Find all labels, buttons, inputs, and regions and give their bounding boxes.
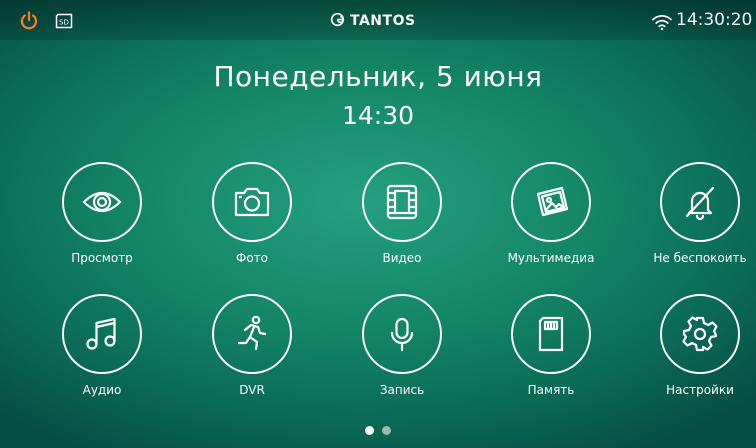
eye-icon — [82, 191, 122, 213]
menu-item-circle[interactable] — [511, 294, 591, 374]
time-heading: 14:30 — [341, 101, 415, 130]
menu-item-circle[interactable] — [62, 162, 142, 242]
menu-item-audio[interactable]: Аудио — [47, 294, 157, 397]
status-bar: SD TANTOS 14:30:20 — [0, 0, 756, 40]
menu-item-circle[interactable] — [660, 294, 740, 374]
menu-item-dvr[interactable]: DVR — [197, 294, 307, 397]
menu-item-settings[interactable]: Настройки — [645, 294, 755, 397]
menu-item-circle[interactable] — [212, 294, 292, 374]
menu-item-label: Мультимедиа — [507, 251, 595, 265]
menu-item-circle[interactable] — [212, 162, 292, 242]
brand-name: TANTOS — [350, 13, 416, 29]
camera-icon — [234, 187, 270, 217]
gear-icon — [682, 316, 718, 352]
film-icon — [386, 184, 418, 220]
menu-item-label: Аудио — [82, 383, 122, 397]
menu-item-do-not-disturb[interactable]: Не беспокоить — [645, 162, 755, 265]
menu-item-label: Просмотр — [71, 251, 133, 265]
menu-item-photo[interactable]: Фото — [197, 162, 307, 265]
wifi-icon — [651, 13, 673, 31]
memory-card-icon — [538, 316, 564, 352]
menu-item-video[interactable]: Видео — [347, 162, 457, 265]
svg-text:SD: SD — [59, 19, 69, 27]
tantos-logo-icon — [330, 12, 345, 31]
menu-item-multimedia[interactable]: Мультимедиа — [496, 162, 606, 265]
menu-item-label: Настройки — [666, 383, 734, 397]
running-man-icon — [237, 315, 267, 351]
menu-item-circle[interactable] — [62, 294, 142, 374]
menu-item-label: Не беспокоить — [653, 251, 747, 265]
menu-item-label: Запись — [379, 383, 425, 397]
menu-item-record[interactable]: Запись — [347, 294, 457, 397]
pictures-icon — [536, 186, 569, 217]
menu-item-memory[interactable]: Память — [496, 294, 606, 397]
menu-item-circle[interactable] — [362, 162, 442, 242]
menu-item-label: DVR — [239, 383, 265, 397]
microphone-icon — [390, 317, 414, 352]
menu-item-view[interactable]: Просмотр — [47, 162, 157, 265]
menu-item-circle[interactable] — [511, 162, 591, 242]
menu-item-circle[interactable] — [660, 162, 740, 242]
menu-item-label: Фото — [235, 251, 268, 265]
sd-card-icon: SD — [54, 13, 74, 29]
power-icon[interactable] — [19, 11, 39, 31]
status-clock: 14:30:20 — [676, 10, 753, 30]
music-note-icon — [86, 317, 116, 350]
menu-item-label: Видео — [382, 251, 422, 265]
page-indicator — [0, 426, 756, 435]
bell-off-icon — [685, 186, 715, 221]
menu-item-label: Память — [527, 383, 575, 397]
page-dot-active[interactable] — [365, 426, 374, 435]
brand-logo: TANTOS — [330, 10, 416, 32]
page-dot[interactable] — [382, 426, 391, 435]
date-heading: Понедельник, 5 июня — [213, 60, 543, 93]
menu-item-circle[interactable] — [362, 294, 442, 374]
